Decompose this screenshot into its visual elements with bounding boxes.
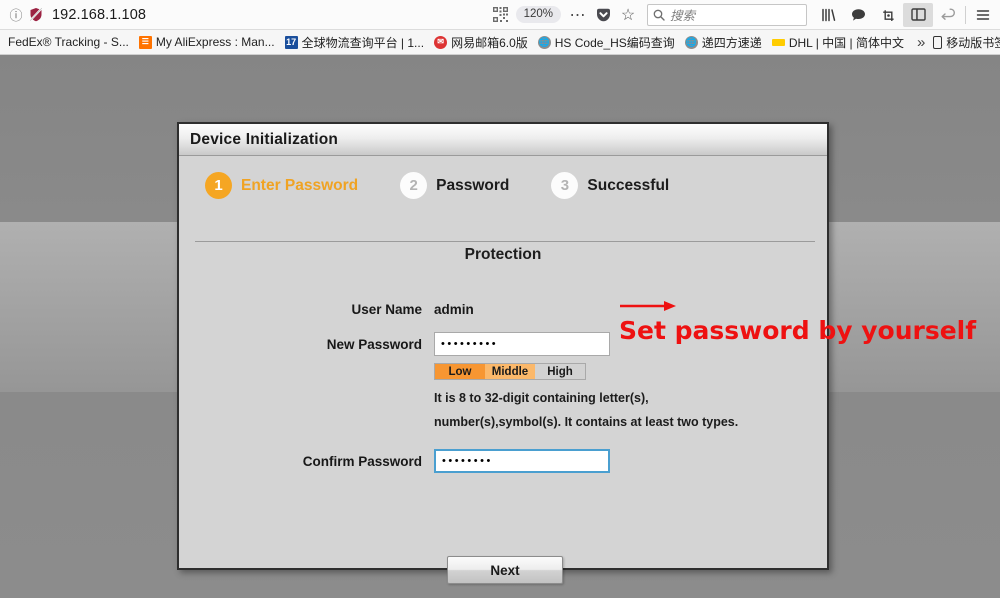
bookmark-label: FedEx® Tracking - S... — [8, 35, 129, 49]
search-icon — [648, 9, 670, 21]
password-requirements-hint: It is 8 to 32-digit containing letter(s)… — [434, 391, 739, 429]
strength-low-segment: Low — [435, 364, 485, 379]
annotation-text: Set password by yourself — [619, 316, 977, 345]
step-2-number: 2 — [400, 172, 428, 199]
dialog-title: Device Initialization — [190, 130, 339, 148]
pocket-icon[interactable] — [591, 8, 615, 22]
toolbar-divider — [965, 5, 966, 24]
screenshot-icon[interactable] — [873, 3, 903, 27]
bookmark-netease-mail[interactable]: ✉ 网易邮箱6.0版 — [429, 32, 533, 53]
fedex-icon — [0, 36, 4, 49]
bookmark-label: 全球物流查询平台 | 1... — [301, 35, 425, 50]
globe-icon: 🌐 — [537, 35, 551, 49]
bookmark-fedex[interactable]: FedEx® Tracking - S... — [0, 32, 134, 53]
qr-code-icon[interactable] — [488, 7, 514, 22]
bookmark-label: DHL | 中国 | 简体中文 — [788, 35, 904, 50]
toolbar-right-icons — [813, 2, 998, 27]
dhl-icon — [771, 38, 785, 46]
user-name-value: admin — [434, 301, 474, 317]
new-password-input[interactable]: ••••••••• — [434, 332, 610, 356]
confirm-password-row: Confirm Password •••••••• — [179, 448, 827, 474]
step-2-label: Password — [436, 176, 510, 194]
url-text[interactable]: 192.168.1.108 — [52, 7, 146, 23]
search-input[interactable]: 搜索 — [647, 3, 807, 26]
bookmark-aliexpress[interactable]: ☰ My AliExpress : Man... — [134, 32, 280, 53]
step-3-number: 3 — [551, 172, 579, 199]
confirm-password-value: •••••••• — [442, 454, 493, 467]
password-strength-meter: Low Middle High — [434, 363, 586, 380]
bookmarks-bar: FedEx® Tracking - S... ☰ My AliExpress :… — [0, 30, 1000, 55]
strength-high-segment: High — [535, 364, 585, 379]
bookmark-label: HS Code_HS编码查询 — [554, 35, 675, 50]
annotation-arrow-icon — [620, 301, 676, 311]
bookmark-label: 递四方速递 — [701, 35, 762, 50]
bookmark-label: My AliExpress : Man... — [155, 35, 275, 49]
step-2-password[interactable]: 2 Password — [400, 172, 509, 199]
info-icon[interactable]: ⓘ — [6, 5, 26, 24]
confirm-password-label: Confirm Password — [302, 453, 422, 469]
tracking-protection-shield-icon[interactable] — [26, 7, 46, 22]
library-icon[interactable] — [813, 3, 843, 27]
step-1-label: Enter Password — [241, 176, 359, 194]
section-heading-protection: Protection — [464, 246, 542, 263]
phone-icon — [933, 35, 943, 49]
strength-middle-segment: Middle — [485, 364, 535, 379]
bookmark-label: 网易邮箱6.0版 — [451, 35, 528, 50]
undo-icon[interactable] — [933, 3, 963, 27]
dialog-body: 1 Enter Password 2 Password 3 Successful… — [179, 156, 827, 584]
bookmarks-overflow-chevron-icon[interactable]: » — [909, 34, 933, 51]
dialog-titlebar: Device Initialization — [179, 124, 827, 156]
password-strength-row: Low Middle High — [434, 363, 827, 380]
user-name-label: User Name — [351, 301, 422, 317]
sidebar-toggle-icon[interactable] — [903, 2, 933, 27]
step-3-label: Successful — [587, 176, 670, 194]
step-1-number: 1 — [205, 172, 232, 199]
search-placeholder-text: 搜索 — [670, 8, 696, 23]
chat-icon[interactable] — [843, 3, 873, 27]
bookmark-dhl[interactable]: DHL | 中国 | 简体中文 — [767, 32, 909, 53]
step-1-enter-password[interactable]: 1 Enter Password — [205, 172, 358, 199]
seventeen-track-icon: 17 — [284, 35, 298, 49]
step-indicator: 1 Enter Password 2 Password 3 Successful — [179, 156, 827, 199]
new-password-value: ••••••••• — [441, 337, 499, 350]
page-actions-ellipsis-icon[interactable]: ⋯ — [565, 5, 591, 25]
new-password-label: New Password — [326, 336, 422, 352]
steps-divider — [195, 241, 815, 242]
bookmark-hs-code[interactable]: 🌐 HS Code_HS编码查询 — [533, 32, 680, 53]
device-initialization-dialog: Device Initialization 1 Enter Password 2… — [177, 122, 829, 584]
bookmark-17track[interactable]: 17 全球物流查询平台 | 1... — [280, 32, 429, 53]
confirm-password-input[interactable]: •••••••• — [434, 449, 610, 473]
globe-icon: 🌐 — [684, 35, 698, 49]
bookmark-label: 移动版书签 — [946, 35, 1000, 50]
next-button[interactable]: Next — [447, 556, 563, 584]
browser-chrome: ⓘ 192.168.1.108 120% ⋯ ☆ 搜索 FedEx® Track… — [0, 0, 1000, 55]
hamburger-menu-icon[interactable] — [968, 3, 998, 27]
aliexpress-icon: ☰ — [138, 35, 152, 49]
browser-toolbar: ⓘ 192.168.1.108 120% ⋯ ☆ 搜索 — [0, 0, 1000, 30]
zoom-level-badge[interactable]: 120% — [515, 6, 561, 23]
bookmark-4px[interactable]: 🌐 递四方速递 — [680, 32, 767, 53]
bookmark-star-icon[interactable]: ☆ — [615, 5, 641, 25]
step-3-successful[interactable]: 3 Successful — [551, 172, 669, 199]
netease-icon: ✉ — [434, 35, 448, 49]
bookmark-mobile-folder[interactable]: 移动版书签 — [933, 34, 1000, 51]
